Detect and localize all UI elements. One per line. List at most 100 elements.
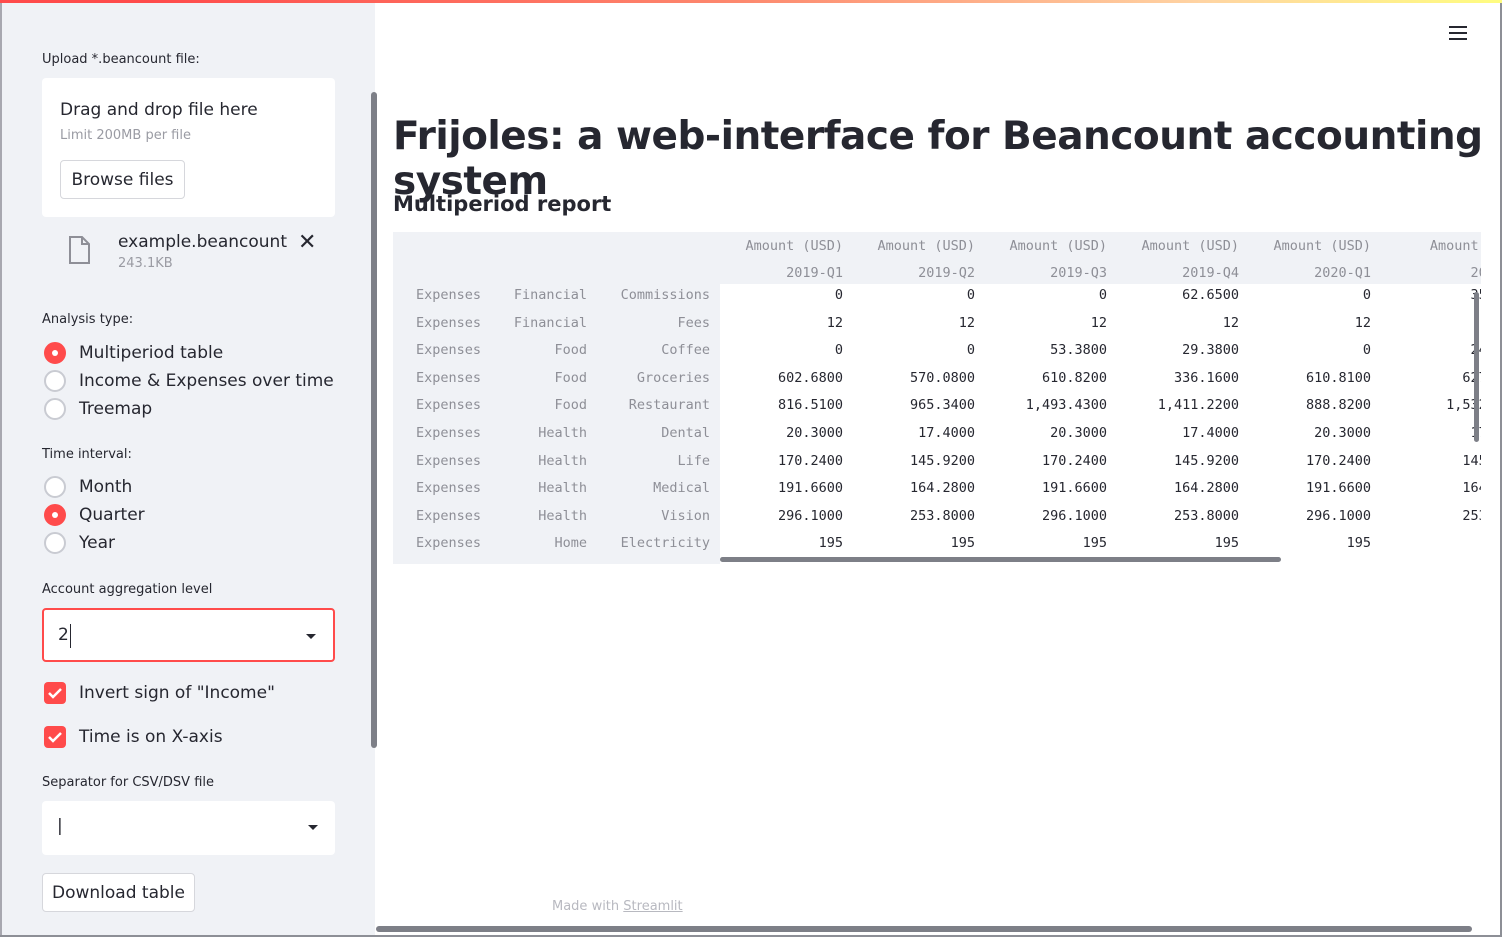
row-index-level2: Home: [554, 535, 587, 552]
invert-income-checkbox[interactable]: Invert sign of "Income": [44, 681, 275, 705]
table-cell: 195: [1082, 535, 1107, 552]
table-cell: 610.8100: [1305, 369, 1371, 386]
page-title: Frijoles: a web-interface for Beancount …: [393, 114, 1483, 204]
table-cell: 20.3000: [1050, 425, 1107, 441]
row-index-level3: Medical: [653, 480, 710, 497]
row-index-level3: Restaurant: [628, 397, 710, 414]
table-cell: 17.4000: [1182, 425, 1239, 441]
table-cell: 0: [1362, 342, 1371, 359]
row-index-level3: Life: [677, 452, 710, 469]
table-cell: 195: [950, 535, 975, 552]
table-cell: 53.3800: [1050, 342, 1107, 359]
multiperiod-table[interactable]: Amount (USD) Amount (USD) Amount (USD) Amou…: [393, 232, 1481, 564]
radio-month[interactable]: Month: [44, 475, 132, 499]
download-table-button[interactable]: Download table: [42, 873, 195, 912]
radio-multiperiod-table[interactable]: Multiperiod table: [44, 341, 223, 365]
checkmark-icon: [44, 726, 66, 748]
checkbox-label: Time is on X-axis: [79, 727, 223, 747]
table-cell: 20.3000: [786, 425, 843, 441]
footer-prefix: Made with: [552, 899, 624, 914]
sidebar-scrollbar[interactable]: [371, 92, 377, 748]
row-index-level2: Food: [554, 342, 587, 359]
table-horizontal-scrollbar[interactable]: [720, 557, 1281, 562]
table-cell: 296.1000: [1041, 507, 1107, 524]
table-cell: 195: [1214, 535, 1239, 552]
radio-treemap[interactable]: Treemap: [44, 397, 152, 421]
hamburger-menu-icon[interactable]: [1449, 26, 1467, 42]
aggregation-select[interactable]: 2: [42, 608, 335, 662]
radio-indicator: [44, 370, 66, 392]
row-index-level2: Health: [538, 425, 587, 441]
radio-income-expenses[interactable]: Income & Expenses over time: [44, 369, 334, 393]
close-icon[interactable]: ✕: [298, 230, 316, 255]
row-index-level3: Groceries: [636, 369, 710, 386]
row-index-level3: Vision: [661, 507, 710, 524]
file-size: 243.1KB: [118, 256, 173, 271]
row-index-level2: Health: [538, 452, 587, 469]
column-header: Amount (U: [1429, 238, 1481, 254]
row-index-level1: Expenses: [415, 369, 481, 386]
table-cell: 12: [1222, 314, 1239, 331]
row-index-level1: Expenses: [415, 342, 481, 359]
column-header-period: 2019-Q2: [918, 265, 975, 281]
time-x-axis-checkbox[interactable]: Time is on X-axis: [44, 725, 223, 749]
table-cell: 12: [958, 314, 975, 331]
radio-label: Quarter: [79, 505, 145, 525]
column-header: Amount (USD): [745, 238, 843, 254]
table-cell: 164.2800: [1173, 480, 1239, 497]
row-index-level1: Expenses: [415, 287, 481, 303]
browse-files-button[interactable]: Browse files: [60, 160, 185, 199]
top-decoration-bar: [0, 0, 1502, 3]
table-cell: 29.3800: [1182, 342, 1239, 359]
column-header: Amount (USD): [1273, 238, 1371, 254]
row-index-level3: Coffee: [661, 342, 710, 359]
row-index-level2: Food: [554, 369, 587, 386]
file-icon: [69, 236, 90, 264]
column-header: Amount (USD): [877, 238, 975, 254]
table-vertical-scrollbar[interactable]: [1474, 292, 1479, 442]
table-cell: 12: [1354, 314, 1371, 331]
row-index-level1: Expenses: [415, 507, 481, 524]
radio-quarter[interactable]: Quarter: [44, 503, 145, 527]
column-header-period: 2020: [1470, 265, 1481, 281]
row-index-level3: Dental: [661, 425, 710, 441]
file-dropzone[interactable]: Drag and drop file here Limit 200MB per …: [42, 78, 335, 217]
radio-indicator: [44, 398, 66, 420]
radio-label: Treemap: [79, 399, 153, 419]
radio-label: Multiperiod table: [79, 343, 224, 363]
radio-year[interactable]: Year: [44, 531, 115, 555]
radio-indicator: [44, 532, 66, 554]
analysis-type-label: Analysis type:: [42, 312, 134, 327]
row-index-level2: Financial: [513, 314, 587, 331]
table-cell: 170.2400: [777, 452, 843, 469]
table-cell: 145.9: [1462, 452, 1481, 469]
table-cell: 570.0800: [909, 369, 975, 386]
checkmark-icon: [44, 682, 66, 704]
radio-label: Year: [79, 533, 115, 553]
table-cell: 145.9200: [909, 452, 975, 469]
row-index-level1: Expenses: [415, 480, 481, 497]
table-cell: 191.6600: [1041, 480, 1107, 497]
table-cell: 1,411.2200: [1157, 397, 1239, 414]
main-horizontal-scrollbar[interactable]: [376, 926, 1472, 932]
chevron-down-icon: [308, 825, 318, 830]
footer: Made with Streamlit: [552, 899, 683, 914]
radio-label: Income & Expenses over time: [79, 371, 334, 391]
row-index-level2: Food: [554, 397, 587, 414]
table-cell: 0: [1362, 287, 1371, 303]
table-cell: 191.6600: [777, 480, 843, 497]
table-cell: 12: [826, 314, 843, 331]
column-header-period: 2019-Q4: [1182, 265, 1239, 281]
aggregation-label: Account aggregation level: [42, 582, 213, 597]
table-cell: 20.3000: [1314, 425, 1371, 441]
row-index-level2: Health: [538, 480, 587, 497]
table-cell: 296.1000: [777, 507, 843, 524]
sidebar: Upload *.beancount file: Drag and drop f…: [0, 0, 377, 937]
table-cell: 195: [1346, 535, 1371, 552]
section-title: Multiperiod report: [393, 192, 612, 216]
file-name: example.beancount: [118, 232, 287, 252]
table-cell: 296.1000: [1305, 507, 1371, 524]
table-cell: 0: [834, 342, 843, 359]
separator-select[interactable]: |: [42, 801, 335, 855]
streamlit-link[interactable]: Streamlit: [623, 899, 682, 914]
